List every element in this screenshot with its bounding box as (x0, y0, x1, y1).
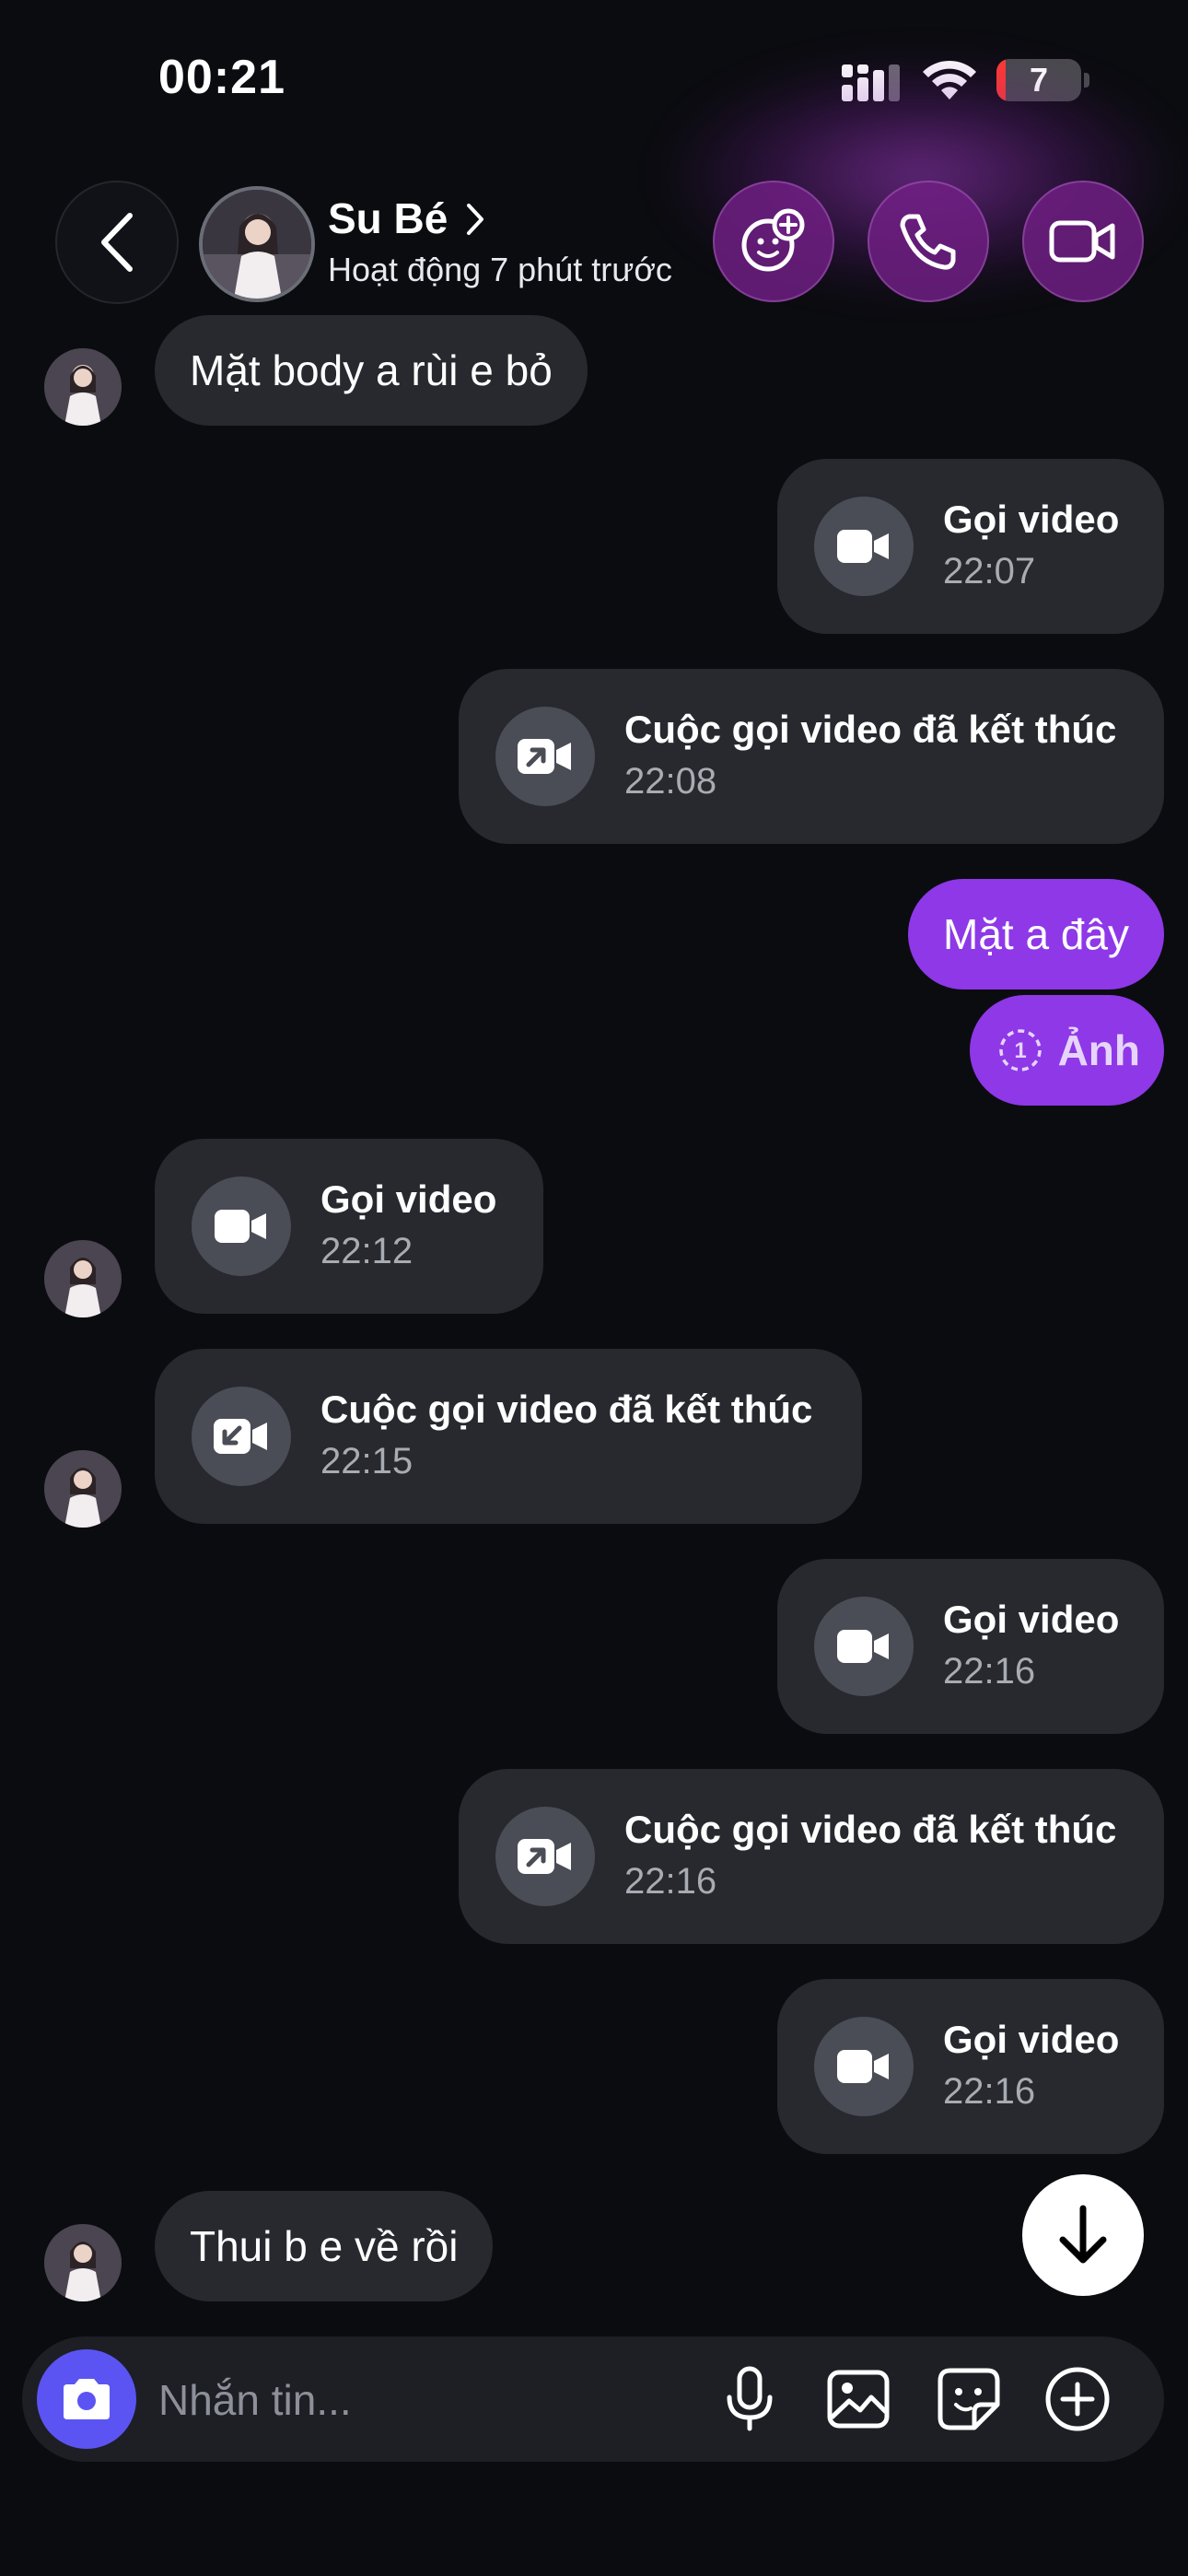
avatar-photo-icon (44, 1450, 122, 1528)
avatar-photo-icon (44, 2224, 122, 2301)
call-icon-badge (814, 2017, 914, 2116)
video-camera-icon (837, 530, 889, 563)
camera-icon (64, 2379, 110, 2419)
sent-message-bubble[interactable]: Mặt a đây (908, 879, 1164, 989)
sent-photo-bubble[interactable]: 1 Ảnh (969, 995, 1164, 1106)
sender-avatar[interactable] (44, 348, 122, 426)
call-icon-badge (192, 1177, 291, 1276)
voice-call-button[interactable] (868, 181, 989, 302)
call-icon-badge (495, 707, 595, 806)
battery-indicator: 7 (996, 59, 1081, 101)
contact-activity-status: Hoạt động 7 phút trước (328, 251, 672, 288)
call-time: 22:15 (320, 1441, 413, 1481)
incoming-video-call-icon (214, 1419, 267, 1454)
video-camera-icon (837, 2050, 889, 2083)
photo-label: Ảnh (1057, 1026, 1140, 1074)
video-call-button[interactable] (1022, 181, 1144, 302)
microphone-icon (727, 2366, 773, 2431)
call-log-card[interactable]: Gọi video 22:16 (777, 1559, 1164, 1734)
call-log-card[interactable]: Gọi video 22:16 (777, 1979, 1164, 2154)
chevron-left-icon (101, 213, 133, 272)
scroll-to-bottom-button[interactable] (1022, 2174, 1144, 2296)
call-icon-badge (814, 497, 914, 596)
wifi-icon (923, 60, 976, 100)
call-time: 22:16 (624, 1861, 717, 1902)
call-title: Cuộc gọi video đã kết thúc (624, 1808, 1117, 1851)
cellular-signal-icon (842, 64, 900, 101)
sender-avatar[interactable] (44, 1240, 122, 1317)
call-title: Cuộc gọi video đã kết thúc (624, 708, 1117, 751)
plus-circle-icon (1045, 2367, 1110, 2431)
call-log-card[interactable]: Cuộc gọi video đã kết thúc 22:15 (155, 1349, 862, 1524)
status-time: 00:21 (158, 51, 285, 104)
call-icon-badge (192, 1387, 291, 1486)
call-title: Cuộc gọi video đã kết thúc (320, 1388, 813, 1431)
more-options-button[interactable] (1042, 2364, 1112, 2434)
call-time: 22:16 (943, 2071, 1036, 2112)
call-time: 22:07 (943, 551, 1036, 591)
sticker-icon (938, 2368, 1000, 2430)
phone-icon (900, 214, 956, 270)
call-title: Gọi video (943, 1598, 1120, 1641)
face-plus-icon (741, 208, 805, 272)
avatar-photo-icon (44, 348, 122, 426)
outgoing-video-call-icon (518, 739, 571, 774)
message-input[interactable] (157, 2362, 676, 2438)
video-camera-icon (215, 1210, 266, 1243)
call-title: Gọi video (943, 2018, 1120, 2061)
call-title: Gọi video (320, 1177, 497, 1221)
sender-avatar[interactable] (44, 2224, 122, 2301)
sender-avatar[interactable] (44, 1450, 122, 1528)
battery-cap (1084, 73, 1089, 88)
chat-header: Su Bé Hoạt động 7 phút trước (0, 175, 1188, 304)
view-once-icon: 1 (998, 1029, 1042, 1071)
call-log-card[interactable]: Cuộc gọi video đã kết thúc 22:08 (459, 669, 1164, 844)
back-button[interactable] (55, 181, 179, 304)
outgoing-video-call-icon (518, 1839, 571, 1874)
status-bar: 00:21 7 (0, 0, 1188, 157)
message-bubble[interactable]: Mặt body a rùi e bỏ (155, 315, 588, 426)
call-log-card[interactable]: Gọi video 22:12 (155, 1139, 543, 1314)
call-time: 22:16 (943, 1651, 1036, 1692)
call-icon-badge (495, 1807, 595, 1906)
avatar-photo-icon (44, 1240, 122, 1317)
call-icon-badge (814, 1597, 914, 1696)
camera-button[interactable] (37, 2349, 136, 2449)
arrow-down-icon (1059, 2205, 1107, 2264)
gallery-button[interactable] (823, 2364, 893, 2434)
battery-level: 7 (1029, 61, 1049, 99)
message-composer (22, 2336, 1164, 2462)
svg-text:1: 1 (1014, 1038, 1026, 1063)
video-camera-icon (1049, 220, 1115, 263)
call-title: Gọi video (943, 498, 1120, 541)
call-time: 22:12 (320, 1231, 413, 1271)
avatar-photo-icon (203, 190, 311, 299)
image-icon (827, 2370, 890, 2429)
contact-avatar[interactable] (199, 186, 315, 302)
message-bubble[interactable]: Thui b e về rồi (155, 2191, 494, 2301)
chevron-right-icon[interactable] (465, 203, 485, 236)
sticker-button[interactable] (934, 2364, 1004, 2434)
video-camera-icon (837, 1630, 889, 1663)
contact-name[interactable]: Su Bé (328, 193, 448, 243)
microphone-button[interactable] (715, 2364, 785, 2434)
effects-button[interactable] (713, 181, 834, 302)
call-log-card[interactable]: Cuộc gọi video đã kết thúc 22:16 (459, 1769, 1164, 1944)
call-log-card[interactable]: Gọi video 22:07 (777, 459, 1164, 634)
call-time: 22:08 (624, 761, 717, 802)
